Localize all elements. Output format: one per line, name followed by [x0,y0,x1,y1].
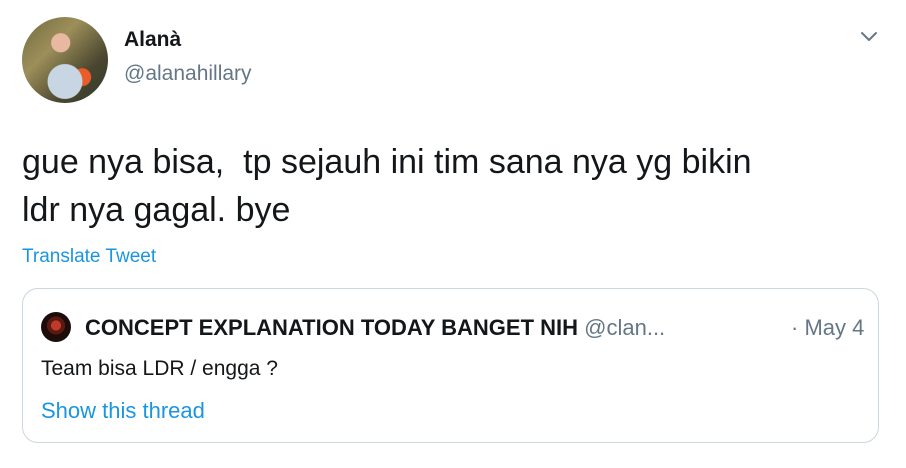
quoted-header: CONCEPT EXPLANATION TODAY BANGET NIH @cl… [85,315,665,341]
quoted-date: · May 4 [791,315,865,340]
quoted-avatar[interactable] [41,312,71,342]
author-handle[interactable]: @alanahillary [124,62,252,86]
tweet-text: gue nya bisa, tp sejauh ini tim sana nya… [22,143,752,229]
avatar[interactable] [22,17,108,103]
quoted-tweet[interactable]: CONCEPT EXPLANATION TODAY BANGET NIH @cl… [22,288,879,443]
quoted-author-name: CONCEPT EXPLANATION TODAY BANGET NIH [85,315,579,340]
quoted-author-handle: @clan... [584,315,666,340]
author-name[interactable]: Alanà [124,28,181,52]
chevron-down-icon[interactable] [858,26,880,48]
quoted-tweet-text: Team bisa LDR / engga ? [41,357,278,380]
show-thread-link[interactable]: Show this thread [41,398,205,424]
translate-tweet-link[interactable]: Translate Tweet [22,246,156,268]
